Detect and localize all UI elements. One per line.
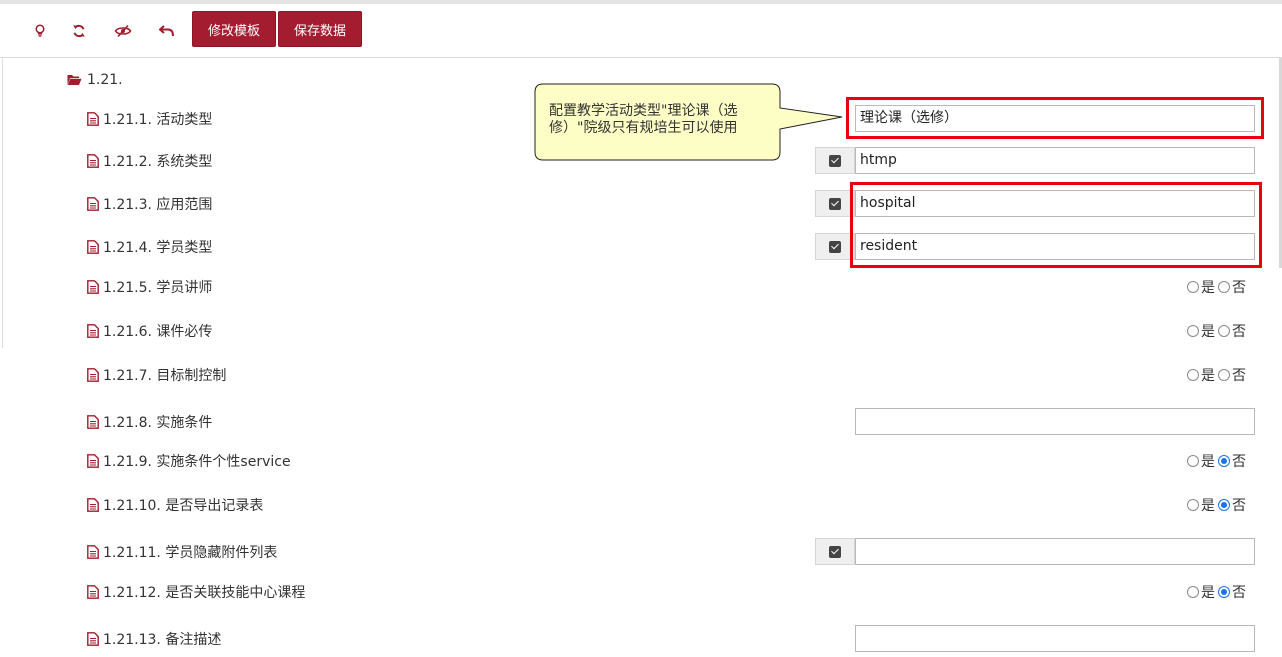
undo-icon[interactable] [154, 18, 180, 44]
radio-no[interactable] [1218, 325, 1230, 337]
scope-checkbox[interactable] [815, 190, 855, 217]
folder-open-icon [67, 75, 82, 85]
toolbar: 修改模板 保存数据 [0, 4, 1282, 58]
refresh-icon[interactable] [66, 18, 92, 44]
export-record-radio-group: 是 否 [1187, 496, 1249, 514]
radio-yes[interactable] [1187, 586, 1199, 598]
checkbox-checked-icon [829, 197, 841, 210]
tree-item-student-lecturer[interactable]: 1.21.5. 学员讲师 [87, 277, 212, 297]
remarks-input[interactable] [855, 625, 1255, 652]
tree-item-scope[interactable]: 1.21.3. 应用范围 [87, 194, 212, 214]
file-icon [87, 454, 99, 468]
file-icon [87, 154, 99, 168]
panel-left-border [2, 58, 3, 348]
folder-label: 1.21. [87, 72, 123, 88]
hide-attachments-checkbox[interactable] [815, 538, 855, 565]
courseware-required-radio-group: 是 否 [1187, 322, 1249, 340]
item-label: 1.21.6. 课件必传 [103, 324, 213, 340]
file-icon [87, 498, 99, 512]
highlight-box-activity-type [846, 97, 1264, 139]
radio-yes[interactable] [1187, 369, 1199, 381]
tree-item-remarks[interactable]: 1.21.13. 备注描述 [87, 629, 221, 649]
tree-item-system-type[interactable]: 1.21.2. 系统类型 [87, 151, 212, 171]
tree-folder-node[interactable]: 1.21. [67, 70, 123, 90]
file-icon [87, 368, 99, 382]
tree-item-skills-center[interactable]: 1.21.12. 是否关联技能中心课程 [87, 582, 305, 602]
item-label: 1.21.5. 学员讲师 [103, 280, 213, 296]
system-type-input[interactable]: htmp [855, 147, 1255, 174]
lightbulb-icon[interactable] [27, 18, 53, 44]
file-icon [87, 545, 99, 559]
save-data-button[interactable]: 保存数据 [278, 11, 362, 47]
system-type-checkbox[interactable] [815, 147, 855, 174]
item-label: 1.21.7. 目标制控制 [103, 368, 227, 384]
student-lecturer-radio-group: 是 否 [1187, 278, 1249, 296]
radio-no-selected[interactable] [1218, 499, 1230, 511]
item-label: 1.21.4. 学员类型 [103, 240, 213, 256]
radio-no[interactable] [1218, 281, 1230, 293]
radio-yes[interactable] [1187, 325, 1199, 337]
radio-no-selected[interactable] [1218, 455, 1230, 467]
file-icon [87, 197, 99, 211]
file-icon [87, 112, 99, 126]
file-icon [87, 632, 99, 646]
highlight-box-scope-student [850, 182, 1262, 268]
tree-item-activity-type[interactable]: 1.21.1. 活动类型 [87, 109, 212, 129]
checkbox-checked-icon [829, 545, 841, 558]
eye-slash-icon[interactable] [110, 18, 136, 44]
item-label: 1.21.11. 学员隐藏附件列表 [103, 545, 278, 561]
conditions-service-radio-group: 是 否 [1187, 452, 1249, 470]
tree-item-export-record[interactable]: 1.21.10. 是否导出记录表 [87, 495, 263, 515]
file-icon [87, 324, 99, 338]
radio-no[interactable] [1218, 369, 1230, 381]
radio-yes[interactable] [1187, 499, 1199, 511]
edit-template-button[interactable]: 修改模板 [192, 11, 276, 47]
student-type-checkbox[interactable] [815, 233, 855, 260]
item-label: 1.21.10. 是否导出记录表 [103, 498, 264, 514]
tree-item-conditions[interactable]: 1.21.8. 实施条件 [87, 412, 212, 432]
tree-item-hide-attachments[interactable]: 1.21.11. 学员隐藏附件列表 [87, 542, 277, 562]
radio-yes[interactable] [1187, 281, 1199, 293]
file-icon [87, 585, 99, 599]
item-label: 1.21.13. 备注描述 [103, 632, 222, 648]
file-icon [87, 280, 99, 294]
radio-no-selected[interactable] [1218, 586, 1230, 598]
item-label: 1.21.3. 应用范围 [103, 197, 213, 213]
file-icon [87, 240, 99, 254]
item-label: 1.21.12. 是否关联技能中心课程 [103, 585, 306, 601]
checkbox-checked-icon [829, 240, 841, 253]
item-label: 1.21.1. 活动类型 [103, 112, 213, 128]
callout-text: 配置教学活动类型"理论课（选修）"院级只有规培生可以使用 [549, 103, 738, 136]
item-label: 1.21.9. 实施条件个性service [103, 454, 291, 470]
checkbox-checked-icon [829, 154, 841, 167]
conditions-input[interactable] [855, 408, 1255, 435]
target-control-radio-group: 是 否 [1187, 366, 1249, 384]
tree-item-courseware-required[interactable]: 1.21.6. 课件必传 [87, 321, 212, 341]
item-label: 1.21.8. 实施条件 [103, 415, 213, 431]
tree-item-conditions-service[interactable]: 1.21.9. 实施条件个性service [87, 451, 291, 471]
tree-item-student-type[interactable]: 1.21.4. 学员类型 [87, 237, 212, 257]
hide-attachments-input[interactable] [855, 538, 1255, 565]
tree-item-target-control[interactable]: 1.21.7. 目标制控制 [87, 365, 226, 385]
item-label: 1.21.2. 系统类型 [103, 154, 213, 170]
skills-center-radio-group: 是 否 [1187, 583, 1249, 601]
file-icon [87, 415, 99, 429]
radio-yes[interactable] [1187, 455, 1199, 467]
